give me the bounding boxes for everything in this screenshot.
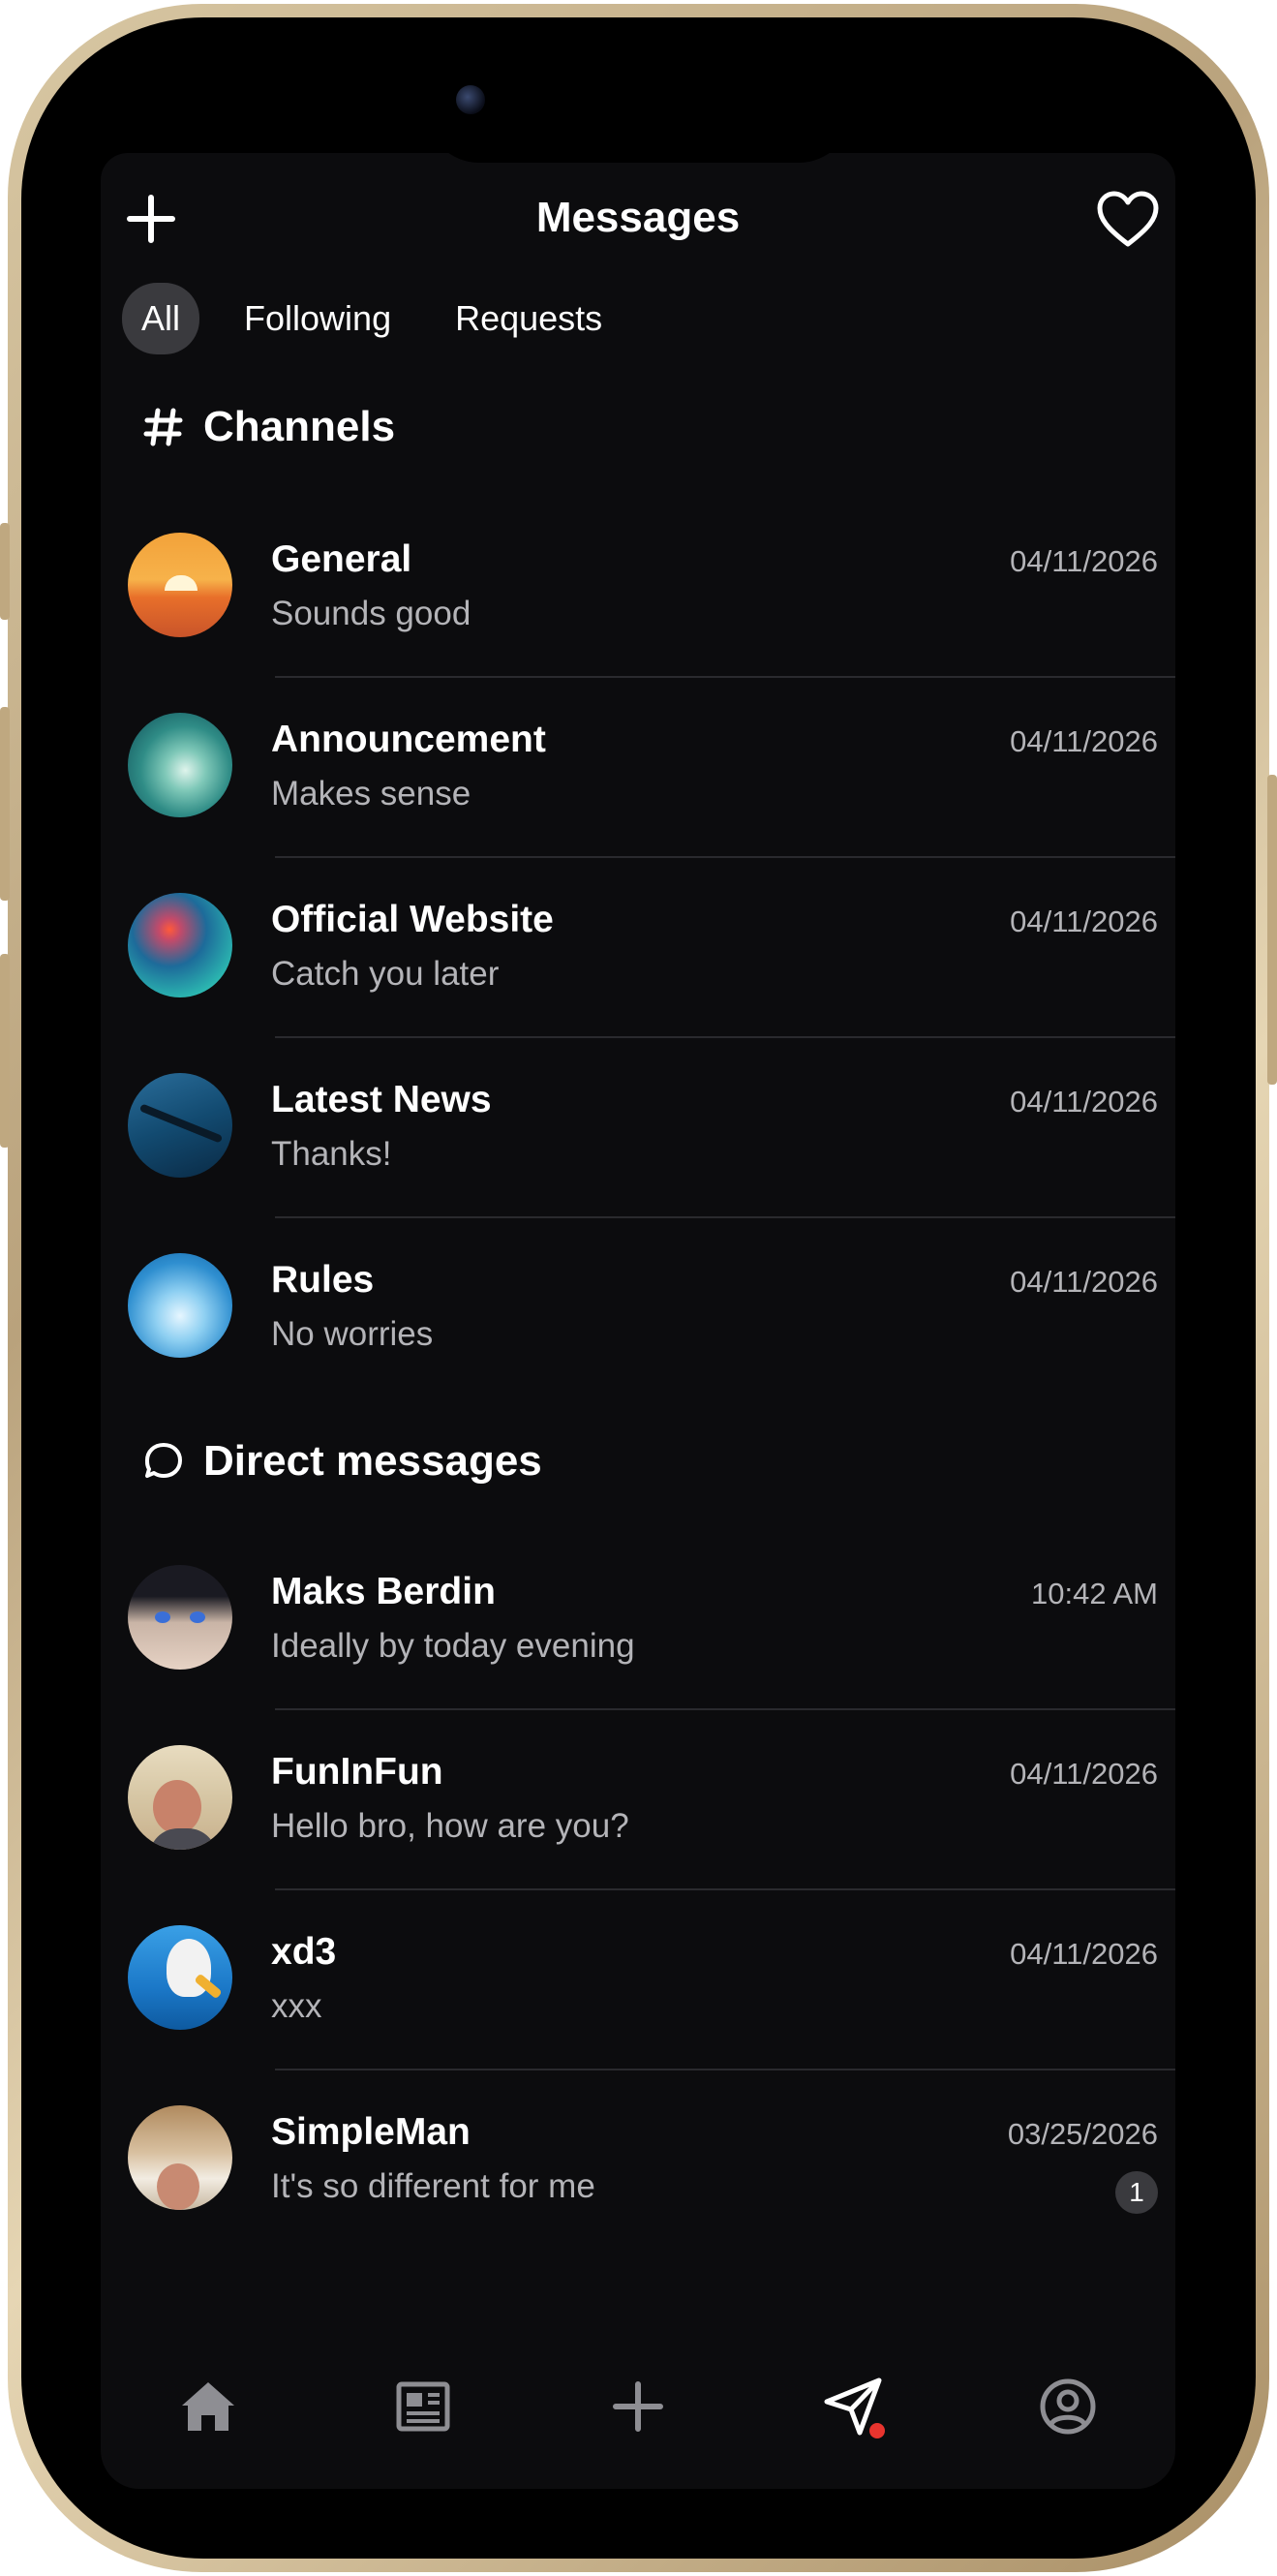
channel-row-rules[interactable]: Rules No worries 04/11/2026 [101, 1218, 1175, 1398]
row-time: 10:42 AM [1031, 1577, 1158, 1610]
notification-dot [869, 2423, 885, 2438]
activity-button[interactable] [1096, 190, 1160, 250]
tab-following[interactable]: Following [225, 283, 410, 354]
tab-all[interactable]: All [122, 283, 200, 354]
row-time: 04/11/2026 [1010, 1265, 1158, 1299]
nav-create[interactable] [604, 2373, 672, 2440]
dynamic-island [426, 56, 852, 163]
bottom-navigation [101, 2344, 1175, 2489]
avatar [128, 1745, 232, 1850]
direct-messages-heading-label: Direct messages [203, 1437, 542, 1485]
row-message: Sounds good [271, 595, 471, 632]
channel-row-general[interactable]: General Sounds good 04/11/2026 [101, 498, 1175, 678]
row-message: Catch you later [271, 955, 500, 993]
unread-count-badge: 1 [1115, 2171, 1158, 2214]
row-time: 04/11/2026 [1010, 1085, 1158, 1119]
row-message: No worries [271, 1315, 434, 1353]
row-message: Hello bro, how are you? [271, 1807, 629, 1845]
page-title: Messages [535, 194, 741, 241]
avatar [128, 1925, 232, 2030]
chat-bubble-icon [145, 1443, 182, 1478]
channels-heading: Channels [141, 403, 395, 451]
avatar [128, 1073, 232, 1178]
power-button [1267, 775, 1277, 1085]
volume-down-button [0, 954, 10, 1148]
news-icon [396, 2381, 450, 2432]
dm-row-simpleman[interactable]: SimpleMan It's so different for me 03/25… [101, 2070, 1175, 2251]
row-name: Rules [271, 1259, 375, 1301]
row-message: Thanks! [271, 1135, 392, 1173]
channels-heading-label: Channels [203, 403, 396, 450]
profile-icon [1040, 2378, 1096, 2435]
heart-icon [1097, 191, 1159, 247]
row-time: 04/11/2026 [1010, 724, 1158, 758]
row-time: 04/11/2026 [1010, 1937, 1158, 1971]
avatar [128, 1253, 232, 1358]
plus-icon [613, 2381, 663, 2432]
home-icon [182, 2382, 234, 2431]
nav-profile[interactable] [1034, 2373, 1102, 2440]
row-name: xd3 [271, 1931, 337, 1973]
channel-row-official-website[interactable]: Official Website Catch you later 04/11/2… [101, 858, 1175, 1038]
nav-home[interactable] [174, 2373, 242, 2440]
row-name: Maks Berdin [271, 1571, 496, 1612]
row-name: Announcement [271, 719, 546, 760]
avatar [128, 533, 232, 637]
row-time: 04/11/2026 [1010, 544, 1158, 578]
channel-row-latest-news[interactable]: Latest News Thanks! 04/11/2026 [101, 1038, 1175, 1218]
row-name: SimpleMan [271, 2111, 471, 2153]
row-name: Latest News [271, 1079, 492, 1120]
row-name: General [271, 538, 412, 580]
avatar [128, 1565, 232, 1670]
channel-row-announcement[interactable]: Announcement Makes sense 04/11/2026 [101, 678, 1175, 858]
tab-requests[interactable]: Requests [436, 283, 622, 354]
app-screen: Messages All Following Requests Channels… [101, 153, 1175, 2489]
row-name: Official Website [271, 899, 554, 940]
row-message: Makes sense [271, 775, 471, 813]
dm-row-funinfun[interactable]: FunInFun Hello bro, how are you? 04/11/2… [101, 1710, 1175, 1890]
row-message: Ideally by today evening [271, 1627, 635, 1665]
volume-up-button [0, 707, 10, 901]
direct-messages-heading: Direct messages [141, 1437, 542, 1486]
camera-icon [456, 85, 485, 114]
row-time: 04/11/2026 [1010, 1757, 1158, 1791]
row-time: 04/11/2026 [1010, 905, 1158, 938]
nav-messages[interactable] [819, 2373, 887, 2440]
nav-news[interactable] [389, 2373, 457, 2440]
avatar [128, 2105, 232, 2210]
row-message: xxx [271, 1987, 322, 2025]
row-message: It's so different for me [271, 2167, 595, 2205]
filter-tabs: All Following Requests [122, 283, 622, 354]
avatar [128, 893, 232, 997]
row-time: 03/25/2026 [1007, 2117, 1158, 2151]
dm-row-xd3[interactable]: xd3 xxx 04/11/2026 [101, 1890, 1175, 2070]
dm-row-maks-berdin[interactable]: Maks Berdin Ideally by today evening 10:… [101, 1530, 1175, 1710]
avatar [128, 713, 232, 817]
row-name: FunInFun [271, 1751, 443, 1793]
hash-icon [143, 408, 183, 446]
side-button [0, 523, 10, 620]
